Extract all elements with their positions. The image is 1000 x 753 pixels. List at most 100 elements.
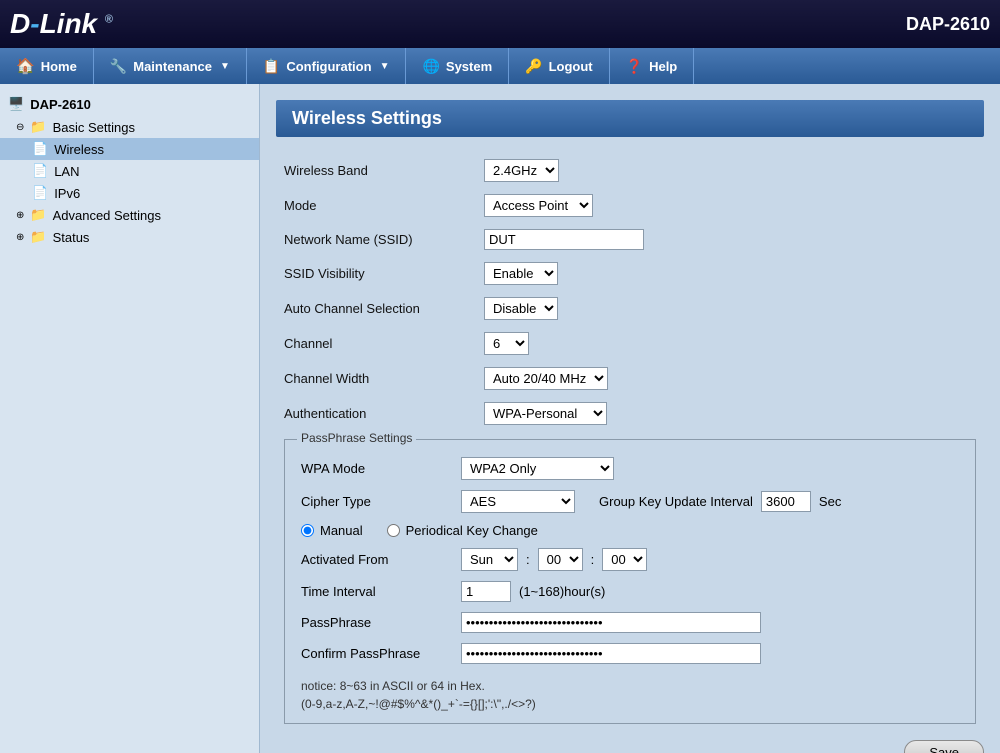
channel-width-select[interactable]: Auto 20/40 MHz 20 MHz 40 MHz <box>484 367 608 390</box>
manual-radio[interactable] <box>301 524 314 537</box>
hour-select[interactable]: 0001061218 <box>538 548 583 571</box>
key-change-row: Manual Periodical Key Change <box>301 518 967 543</box>
nav-maintenance[interactable]: 🔧 Maintenance ▼ <box>94 48 247 84</box>
nav-help-label: Help <box>649 59 677 74</box>
passphrase-row: PassPhrase <box>301 607 967 638</box>
folder-status-icon: 📁 <box>30 229 46 245</box>
confirm-passphrase-input[interactable] <box>461 643 761 664</box>
sidebar-item-ipv6[interactable]: 📄 IPv6 <box>0 182 259 204</box>
ssid-control <box>484 229 976 250</box>
day-select[interactable]: SunMonTueWedThuFriSat <box>461 548 518 571</box>
cipher-select[interactable]: AES TKIP TKIP and AES <box>461 490 575 513</box>
wpa-mode-control: WPA2 Only WPA Only Auto (WPA or WPA2) <box>461 457 967 480</box>
confirm-passphrase-control <box>461 643 967 664</box>
time-interval-row: Time Interval (1~168)hour(s) <box>301 576 967 607</box>
sidebar-status-label: Status <box>53 230 90 245</box>
notice-line1: notice: 8~63 in ASCII or 64 in Hex. <box>301 679 967 693</box>
nav-logout[interactable]: 🔑 Logout <box>509 48 609 84</box>
mode-label: Mode <box>284 198 484 213</box>
wireless-band-select[interactable]: 2.4GHz 5GHz <box>484 159 559 182</box>
manual-radio-item[interactable]: Manual <box>301 523 363 538</box>
ssid-input[interactable] <box>484 229 644 250</box>
page-ipv6-icon: 📄 <box>32 185 48 201</box>
passphrase-input[interactable] <box>461 612 761 633</box>
save-button[interactable]: Save <box>904 740 984 753</box>
channel-width-label: Channel Width <box>284 371 484 386</box>
auto-channel-select[interactable]: Disable Enable <box>484 297 558 320</box>
authentication-select[interactable]: WPA-Personal WPA-Enterprise Open System … <box>484 402 607 425</box>
content-area: Wireless Settings Wireless Band 2.4GHz 5… <box>260 84 1000 753</box>
group-key-input[interactable] <box>761 491 811 512</box>
ssid-visibility-row: SSID Visibility Enable Disable <box>276 256 984 291</box>
expand-icon: ⊖ <box>16 122 24 133</box>
channel-control: 6 12345 7891011 <box>484 332 976 355</box>
auto-channel-control: Disable Enable <box>484 297 976 320</box>
nav-system[interactable]: 🌐 System <box>406 48 509 84</box>
auto-channel-label: Auto Channel Selection <box>284 301 484 316</box>
manual-label: Manual <box>320 523 363 538</box>
wireless-band-control: 2.4GHz 5GHz <box>484 159 976 182</box>
sidebar-item-wireless[interactable]: 📄 Wireless <box>0 138 259 160</box>
time-interval-input[interactable] <box>461 581 511 602</box>
logo-d: D <box>10 8 30 39</box>
page-lan-icon: 📄 <box>32 163 48 179</box>
authentication-control: WPA-Personal WPA-Enterprise Open System … <box>484 402 976 425</box>
ssid-visibility-label: SSID Visibility <box>284 266 484 281</box>
activated-from-control: SunMonTueWedThuFriSat : 0001061218 : 001… <box>461 548 967 571</box>
nav-configuration-label: Configuration <box>286 59 371 74</box>
page-wireless-icon: 📄 <box>32 141 48 157</box>
expand-status-icon: ⊕ <box>16 232 24 243</box>
main: 🖥️ DAP-2610 ⊖ 📁 Basic Settings 📄 Wireles… <box>0 84 1000 753</box>
sidebar: 🖥️ DAP-2610 ⊖ 📁 Basic Settings 📄 Wireles… <box>0 84 260 753</box>
activated-from-label: Activated From <box>301 552 461 567</box>
logo-dash: - <box>30 8 39 39</box>
group-key-unit: Sec <box>819 494 841 509</box>
passphrase-control <box>461 612 967 633</box>
sidebar-item-lan[interactable]: 📄 LAN <box>0 160 259 182</box>
confirm-passphrase-label: Confirm PassPhrase <box>301 646 461 661</box>
sidebar-wireless-label: Wireless <box>54 142 104 157</box>
device-icon: 🖥️ <box>8 96 24 112</box>
minute-select[interactable]: 00153045 <box>602 548 647 571</box>
mode-select[interactable]: Access Point WDS WDS with AP <box>484 194 593 217</box>
ssid-visibility-select[interactable]: Enable Disable <box>484 262 558 285</box>
authentication-row: Authentication WPA-Personal WPA-Enterpri… <box>276 396 984 431</box>
periodical-radio[interactable] <box>387 524 400 537</box>
ssid-visibility-control: Enable Disable <box>484 262 976 285</box>
sidebar-item-basic-settings[interactable]: ⊖ 📁 Basic Settings <box>0 116 259 138</box>
sidebar-advanced-settings-label: Advanced Settings <box>53 208 161 223</box>
maintenance-arrow-icon: ▼ <box>220 61 230 72</box>
page-title: Wireless Settings <box>276 100 984 137</box>
header: D-Link ® DAP-2610 <box>0 0 1000 48</box>
passphrase-box: PassPhrase Settings WPA Mode WPA2 Only W… <box>284 439 976 724</box>
sidebar-device-label: DAP-2610 <box>30 97 91 112</box>
nav-home[interactable]: 🏠 Home <box>0 48 94 84</box>
wireless-band-row: Wireless Band 2.4GHz 5GHz <box>276 153 984 188</box>
folder-basic-icon: 📁 <box>30 119 46 135</box>
nav-help[interactable]: ❓ Help <box>610 48 695 84</box>
activated-from-row: Activated From SunMonTueWedThuFriSat : 0… <box>301 543 967 576</box>
channel-label: Channel <box>284 336 484 351</box>
folder-advanced-icon: 📁 <box>30 207 46 223</box>
sidebar-device[interactable]: 🖥️ DAP-2610 <box>0 92 259 116</box>
periodical-radio-item[interactable]: Periodical Key Change <box>387 523 538 538</box>
help-icon: ❓ <box>626 58 643 75</box>
navbar: 🏠 Home 🔧 Maintenance ▼ 📋 Configuration ▼… <box>0 48 1000 84</box>
wpa-mode-select[interactable]: WPA2 Only WPA Only Auto (WPA or WPA2) <box>461 457 614 480</box>
nav-configuration[interactable]: 📋 Configuration ▼ <box>247 48 407 84</box>
config-icon: 📋 <box>263 58 280 75</box>
model-label: DAP-2610 <box>906 14 990 35</box>
colon2: : <box>591 552 595 567</box>
mode-row: Mode Access Point WDS WDS with AP <box>276 188 984 223</box>
key-icon: 🔑 <box>525 58 542 75</box>
home-icon: 🏠 <box>16 57 35 75</box>
logo: D-Link ® <box>10 8 113 40</box>
channel-select[interactable]: 6 12345 7891011 <box>484 332 529 355</box>
sidebar-item-status[interactable]: ⊕ 📁 Status <box>0 226 259 248</box>
cipher-control: AES TKIP TKIP and AES Group Key Update I… <box>461 490 967 513</box>
expand-advanced-icon: ⊕ <box>16 210 24 221</box>
logo-link: Link <box>40 8 98 39</box>
wireless-band-label: Wireless Band <box>284 163 484 178</box>
channel-width-control: Auto 20/40 MHz 20 MHz 40 MHz <box>484 367 976 390</box>
sidebar-item-advanced-settings[interactable]: ⊕ 📁 Advanced Settings <box>0 204 259 226</box>
